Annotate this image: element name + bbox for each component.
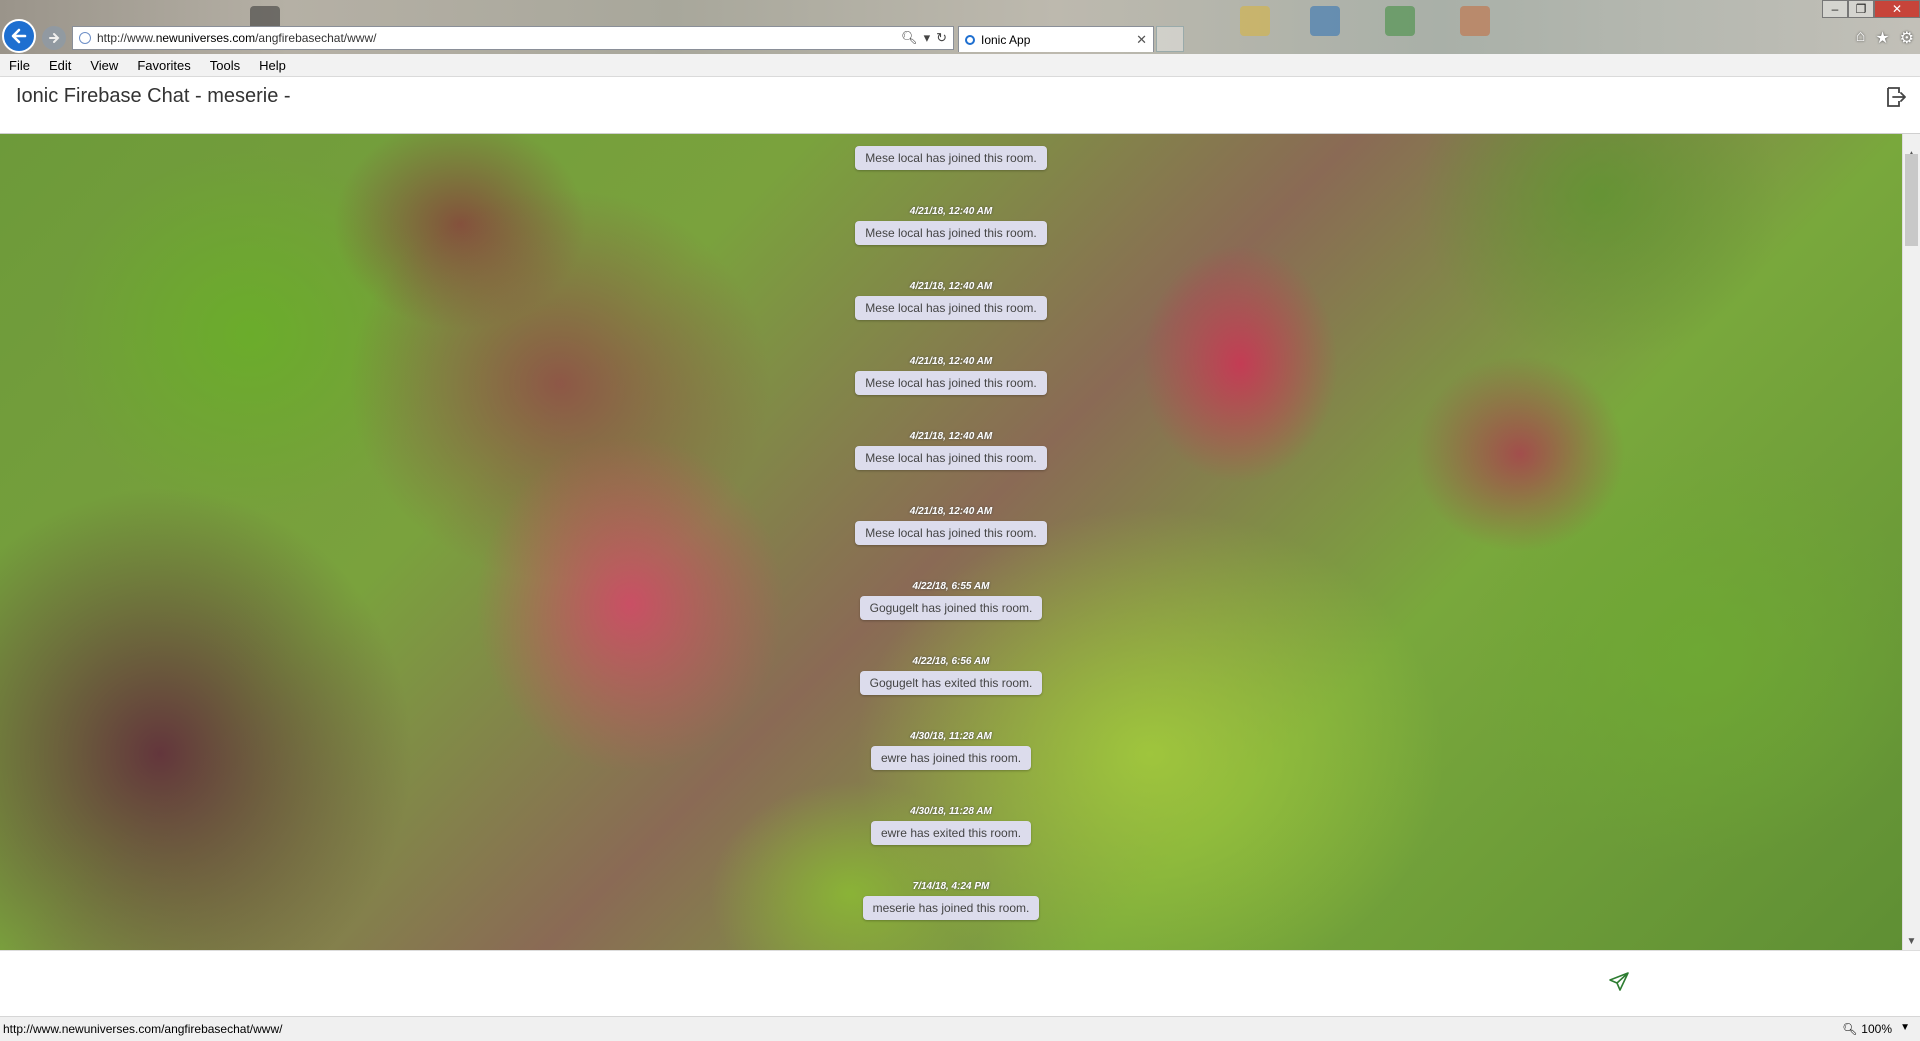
chat-content: Mese local has joined this room. 4/21/18,…	[0, 134, 1902, 950]
dropdown-icon[interactable]: ▾	[924, 30, 931, 46]
message-timestamp: 4/22/18, 6:56 AM	[912, 656, 990, 667]
close-window-button[interactable]: ✕	[1874, 0, 1920, 18]
message-item: 4/22/18, 6:56 AM Gogugelt has exited this…	[0, 655, 1902, 695]
chevron-down-icon[interactable]: ▼	[1900, 1022, 1910, 1033]
scrollbar[interactable]: ▲ ▼	[1902, 134, 1920, 950]
status-url: http://www.newuniverses.com/angfirebasec…	[3, 1022, 283, 1036]
message-timestamp: 4/21/18, 12:40 AM	[909, 206, 993, 217]
message-timestamp: 4/21/18, 12:40 AM	[909, 506, 993, 517]
page-icon	[79, 32, 91, 44]
url-text[interactable]: http://www.newuniverses.com/angfirebasec…	[97, 31, 901, 45]
message-timestamp: 4/21/18, 12:40 AM	[909, 431, 993, 442]
minimize-button[interactable]: –	[1822, 0, 1848, 18]
menu-view[interactable]: View	[81, 58, 128, 73]
page-title: Ionic Firebase Chat - meserie -	[16, 85, 291, 107]
tab-close-icon[interactable]: ✕	[1136, 32, 1147, 48]
message-item: 7/14/18, 4:24 PM meserie has joined this …	[0, 880, 1902, 920]
scroll-down-icon[interactable]: ▼	[1903, 933, 1920, 950]
message-item: 4/21/18, 12:40 AM Mese local has joined t…	[0, 430, 1902, 470]
message-bubble: Mese local has joined this room.	[855, 146, 1047, 170]
tab-title: Ionic App	[981, 32, 1031, 47]
search-icon[interactable]: 🔍︎	[901, 30, 918, 46]
message-bubble: Mese local has joined this room.	[855, 371, 1047, 395]
zoom-icon: 🔍︎	[1842, 1022, 1858, 1036]
message-bubble: Mese local has joined this room.	[855, 296, 1047, 320]
message-timestamp: 4/22/18, 6:55 AM	[912, 581, 990, 592]
message-timestamp: 4/30/18, 11:28 AM	[910, 806, 992, 817]
message-timestamp: 4/30/18, 11:28 AM	[910, 731, 992, 742]
forward-button[interactable]	[42, 26, 66, 50]
window-controls: – ❐ ✕	[1822, 0, 1920, 18]
message-item: 4/21/18, 12:40 AM Mese local has joined t…	[0, 280, 1902, 320]
message-input[interactable]	[0, 951, 1580, 1017]
taskbar-decoration	[1385, 6, 1415, 36]
menu-tools[interactable]: Tools	[201, 58, 250, 73]
message-item: Mese local has joined this room.	[0, 134, 1902, 170]
message-item: 4/21/18, 12:40 AM Mese local has joined t…	[0, 505, 1902, 545]
browser-tab[interactable]: Ionic App ✕	[958, 26, 1154, 52]
new-tab-button[interactable]	[1156, 26, 1184, 52]
menu-bar: File Edit View Favorites Tools Help	[0, 54, 1920, 77]
message-item: 4/21/18, 12:40 AM Mese local has joined t…	[0, 205, 1902, 245]
browser-chrome: http://www.newuniverses.com/angfirebasec…	[0, 0, 1920, 54]
menu-favorites[interactable]: Favorites	[128, 58, 200, 73]
message-bubble: Mese local has joined this room.	[855, 446, 1047, 470]
arrow-right-icon	[49, 33, 60, 43]
url-prefix: http://www.	[97, 31, 156, 45]
settings-gear-icon[interactable]: ⚙	[1900, 28, 1914, 48]
menu-edit[interactable]: Edit	[40, 58, 81, 73]
url-path: /angfirebasechat/www/	[255, 31, 377, 45]
message-item: 4/30/18, 11:28 AM ewre has joined this ro…	[0, 730, 1902, 770]
sign-out-icon	[1887, 87, 1906, 107]
zoom-level: 100%	[1861, 1022, 1892, 1036]
favorites-star-icon[interactable]: ★	[1875, 28, 1889, 48]
message-input-bar	[0, 950, 1920, 1017]
tab-favicon-icon	[965, 34, 975, 45]
message-bubble: Gogugelt has joined this room.	[859, 596, 1043, 620]
message-timestamp: 7/14/18, 4:24 PM	[912, 881, 990, 892]
menu-file[interactable]: File	[0, 58, 40, 73]
message-bubble: ewre has joined this room.	[870, 746, 1032, 770]
taskbar-decoration	[1240, 6, 1270, 36]
message-item: 4/21/18, 12:40 AM Mese local has joined t…	[0, 355, 1902, 395]
message-item: 4/22/18, 6:55 AM Gogugelt has joined this…	[0, 580, 1902, 620]
message-bubble: Gogugelt has exited this room.	[859, 671, 1043, 695]
message-timestamp: 4/21/18, 12:40 AM	[909, 281, 993, 292]
logout-button[interactable]	[1884, 85, 1908, 109]
paper-plane-icon	[1609, 972, 1629, 991]
url-domain: newuniverses.com	[155, 31, 256, 45]
message-bubble: meserie has joined this room.	[862, 896, 1040, 920]
zoom-control[interactable]: 🔍︎ 100%	[1842, 1022, 1892, 1036]
scroll-thumb[interactable]	[1905, 154, 1918, 246]
message-item: 4/30/18, 11:28 AM ewre has exited this ro…	[0, 805, 1902, 845]
arrow-left-icon	[11, 28, 27, 44]
browser-toolbar-icons: ⌂ ★ ⚙	[1856, 28, 1914, 48]
status-bar: http://www.newuniverses.com/angfirebasec…	[0, 1016, 1920, 1041]
message-bubble: Mese local has joined this room.	[855, 221, 1047, 245]
home-icon[interactable]: ⌂	[1856, 28, 1866, 48]
message-timestamp	[0, 134, 1902, 143]
back-button[interactable]	[2, 19, 36, 53]
menu-help[interactable]: Help	[250, 58, 296, 73]
message-timestamp: 4/21/18, 12:40 AM	[909, 356, 993, 367]
app-header: Ionic Firebase Chat - meserie -	[0, 77, 1920, 134]
taskbar-decoration	[1310, 6, 1340, 36]
taskbar-decoration	[1460, 6, 1490, 36]
message-bubble: Mese local has joined this room.	[855, 521, 1047, 545]
send-button[interactable]	[1608, 971, 1630, 993]
refresh-icon[interactable]: ↻	[936, 30, 947, 46]
restore-button[interactable]: ❐	[1848, 0, 1874, 18]
message-bubble: ewre has exited this room.	[870, 821, 1032, 845]
address-bar[interactable]: http://www.newuniverses.com/angfirebasec…	[72, 26, 954, 50]
